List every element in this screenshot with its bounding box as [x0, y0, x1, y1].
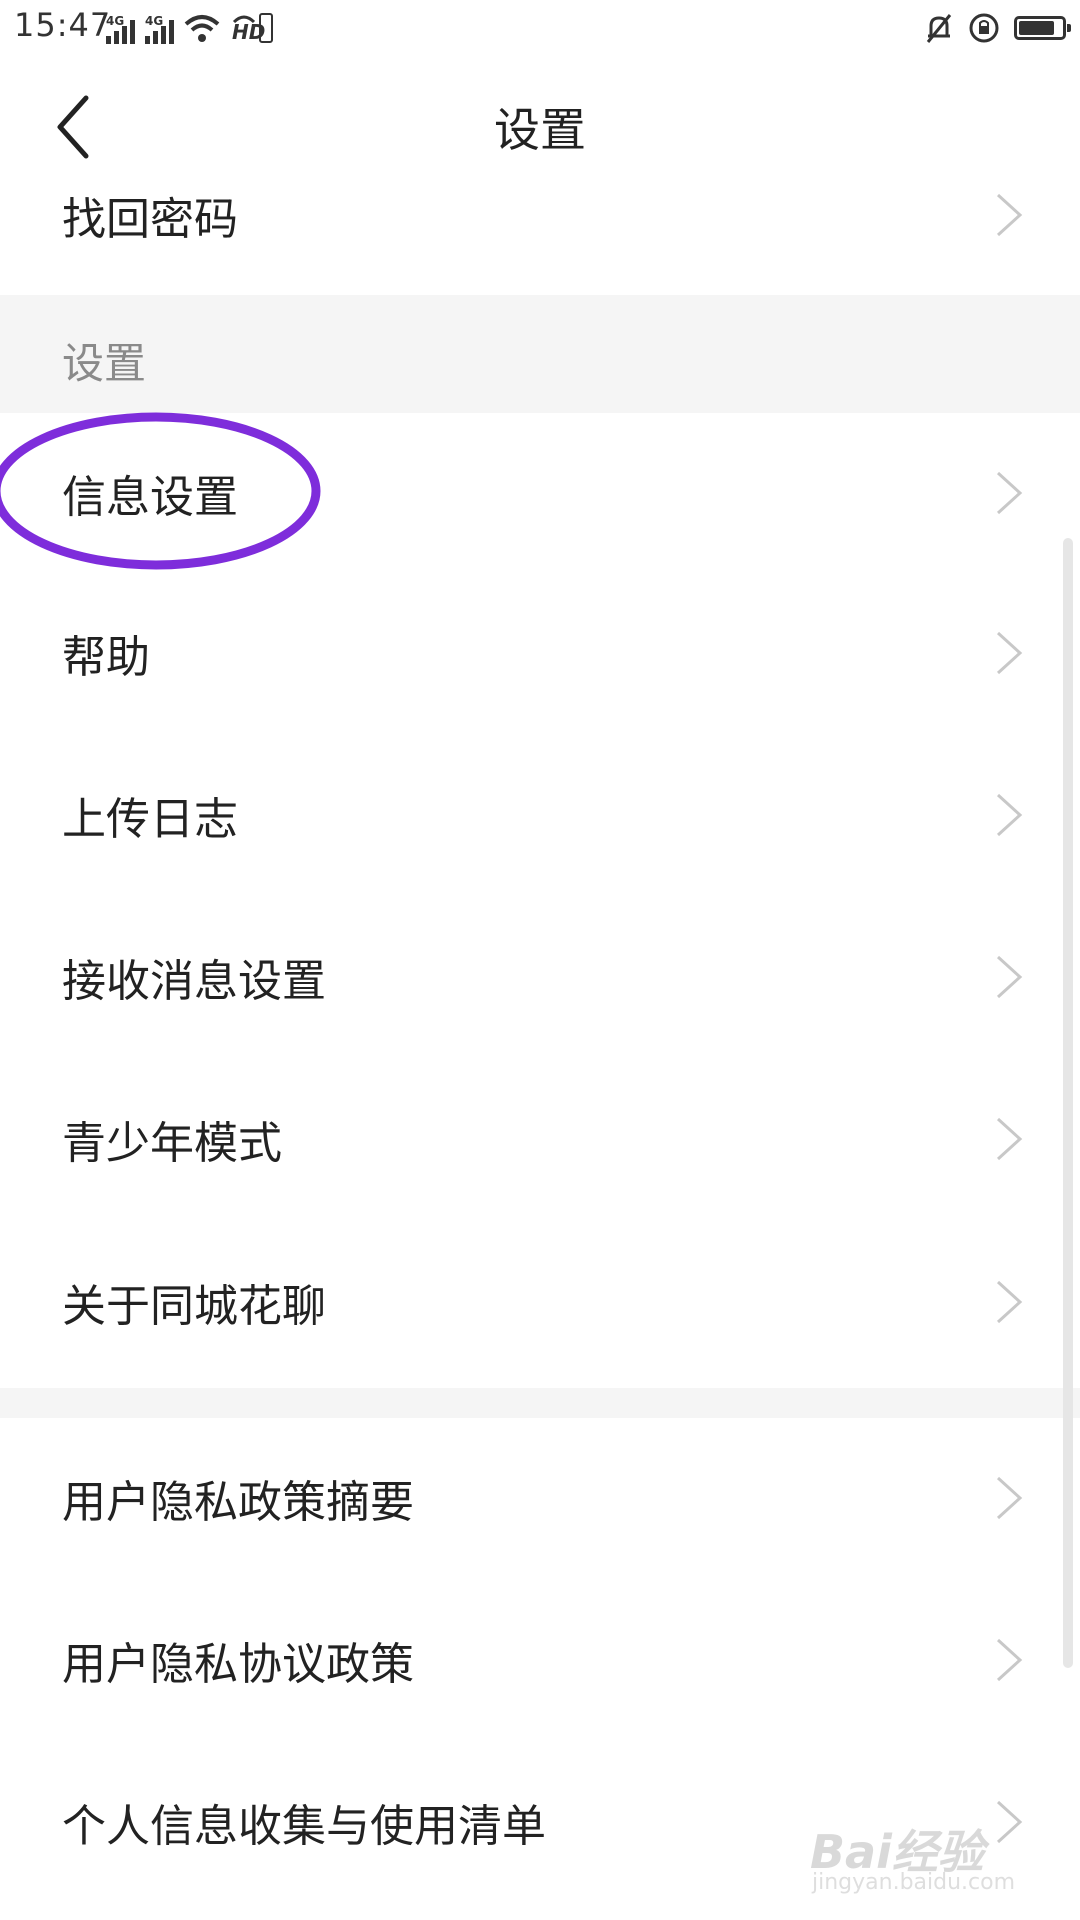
menu-item-receive-message-settings[interactable]: 接收消息设置 [0, 897, 1080, 1057]
chevron-right-icon [996, 1638, 1023, 1682]
section-label: 设置 [62, 339, 147, 388]
menu-item-about[interactable]: 关于同城花聊 [0, 1222, 1080, 1382]
menu-item-label: 找回密码 [62, 194, 238, 245]
hd-icon: HD [230, 10, 276, 44]
chevron-right-icon [996, 193, 1023, 237]
status-right-icons [924, 8, 1071, 48]
menu-item-label: 个人信息收集与使用清单 [62, 1801, 546, 1852]
chevron-right-icon [996, 471, 1023, 515]
network-type-label: 4G [106, 14, 125, 28]
chevron-right-icon [996, 793, 1023, 837]
menu-item-upload-log[interactable]: 上传日志 [0, 735, 1080, 895]
chevron-right-icon [996, 1476, 1023, 1520]
menu-item-teen-mode[interactable]: 青少年模式 [0, 1059, 1080, 1219]
menu-item-privacy-summary[interactable]: 用户隐私政策摘要 [0, 1418, 1080, 1578]
menu-item-label: 用户隐私协议政策 [62, 1639, 414, 1690]
watermark: Bai经验 jingyan.baidu.com [810, 1812, 1040, 1902]
menu-item-help[interactable]: 帮助 [0, 573, 1080, 733]
status-time: 15:47 [14, 6, 112, 44]
menu-item-privacy-agreement[interactable]: 用户隐私协议政策 [0, 1580, 1080, 1740]
menu-item-label: 上传日志 [62, 794, 238, 845]
rotation-lock-icon [969, 13, 999, 43]
chevron-right-icon [996, 1280, 1023, 1324]
scrollbar[interactable] [1063, 538, 1073, 1668]
chevron-right-icon [996, 631, 1023, 675]
chevron-right-icon [996, 955, 1023, 999]
signal-icon: 4G [106, 14, 135, 44]
section-divider [0, 1388, 1080, 1418]
wifi-icon [184, 15, 220, 42]
signal-icon: 4G [145, 14, 174, 44]
menu-item-label: 关于同城花聊 [62, 1281, 326, 1332]
mute-bell-icon [926, 14, 952, 43]
menu-item-label: 用户隐私政策摘要 [62, 1477, 414, 1528]
menu-item-find-password[interactable]: 找回密码 [0, 140, 1080, 290]
watermark-url: jingyan.baidu.com [812, 1870, 1016, 1895]
network-type-label: 4G [145, 14, 164, 28]
status-left-icons: 4G 4G HD [106, 10, 276, 44]
menu-item-label: 青少年模式 [62, 1118, 282, 1169]
battery-icon [1014, 16, 1071, 40]
menu-item-label: 接收消息设置 [62, 956, 326, 1007]
highlight-ellipse [0, 412, 321, 570]
chevron-right-icon [996, 1117, 1023, 1161]
menu-item-label: 帮助 [62, 632, 150, 683]
section-header: 设置 [0, 295, 1080, 413]
status-bar: 15:47 4G 4G HD [0, 0, 1080, 58]
